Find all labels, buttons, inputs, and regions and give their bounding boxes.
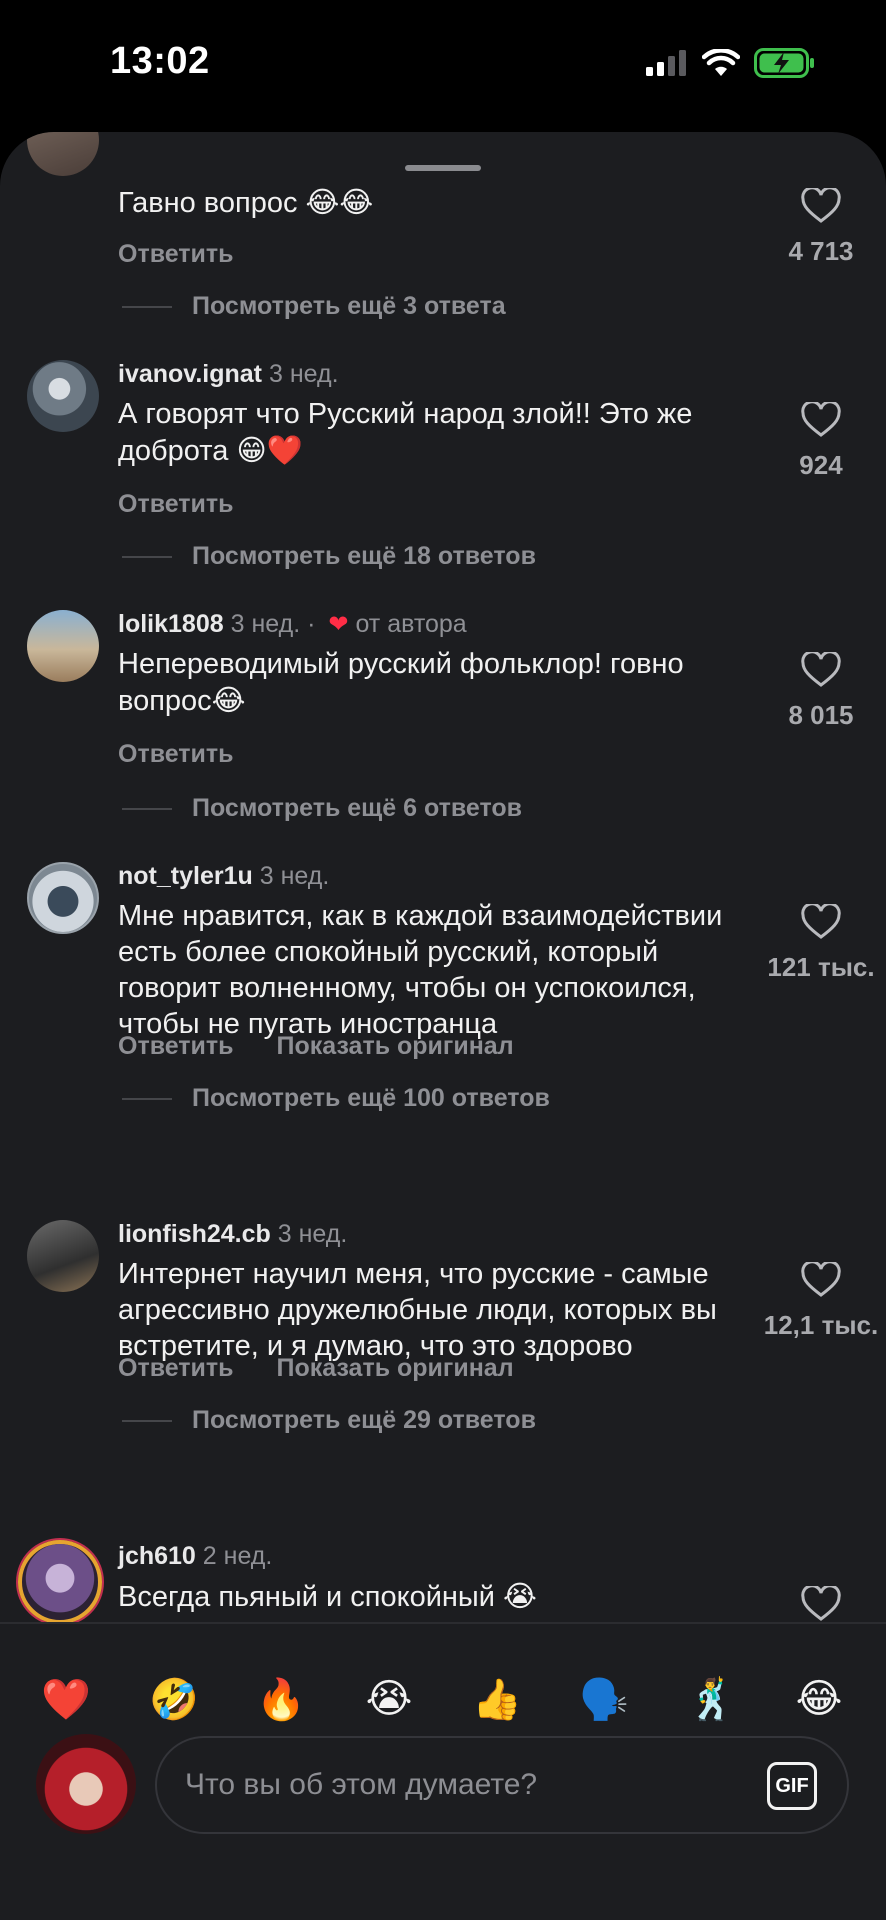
username[interactable]: lionfish24.cb <box>118 1220 271 1248</box>
comment-emoji: 😂😂 <box>305 185 374 219</box>
comment-actions: Ответить <box>118 740 270 769</box>
comment-emoji: 😂 <box>211 683 246 717</box>
emoji-speaking-head-button[interactable]: 🗣️ <box>571 1666 637 1732</box>
view-more-replies[interactable]: Посмотреть ещё 3 ответа <box>122 292 506 321</box>
like-count: 4 713 <box>788 236 854 266</box>
reply-thread-line <box>122 306 172 309</box>
author-liked-heart-icon: ❤ <box>328 611 349 638</box>
comment-age: 3 нед. · <box>230 610 316 638</box>
comment-text: А говорят что Русский народ злой!! Это ж… <box>118 398 693 467</box>
heart-outline-icon <box>801 402 841 437</box>
comment-actions: Ответить <box>118 490 270 519</box>
emoji-rofl-button[interactable]: 🤣 <box>141 1666 207 1732</box>
reply-button[interactable]: Ответить <box>118 1032 234 1060</box>
emoji-crying-button[interactable]: 😭 <box>356 1666 422 1732</box>
comment-emoji: 😁❤️ <box>236 433 303 467</box>
emoji-thumbs-up-button[interactable]: 👍 <box>464 1666 530 1732</box>
gif-button[interactable]: GIF <box>767 1762 817 1810</box>
comment-actions: Ответить Показать оригинал <box>118 1032 550 1061</box>
status-time: 13:02 <box>110 40 210 82</box>
comment-text: Гавно вопрос 😂😂 <box>118 185 374 219</box>
like-button[interactable]: 8 015 <box>756 652 886 731</box>
heart-outline-icon <box>801 188 841 223</box>
like-count: 924 <box>799 450 843 480</box>
reply-thread-line <box>122 808 172 811</box>
reply-thread-line <box>122 1098 172 1101</box>
quick-emoji-bar: ❤️ 🤣 🔥 😭 👍 🗣️ 🕺 😂 <box>0 1666 886 1746</box>
heart-outline-icon <box>801 1586 841 1621</box>
avatar[interactable] <box>27 360 99 432</box>
comment-header: jch610 2 нед. <box>118 1542 272 1571</box>
show-original-button[interactable]: Показать оригинал <box>276 1032 513 1060</box>
username[interactable]: ivanov.ignat <box>118 360 262 388</box>
comment-age: 2 нед. <box>202 1542 273 1570</box>
like-button[interactable]: 4 713 <box>756 188 886 267</box>
author-badge: от автора <box>355 610 467 638</box>
avatar[interactable] <box>27 1220 99 1292</box>
status-bar: 13:02 <box>0 0 886 130</box>
like-count: 12,1 тыс. <box>763 1310 879 1340</box>
show-original-button[interactable]: Показать оригинал <box>276 1354 513 1382</box>
like-button[interactable]: 12,1 тыс. <box>756 1262 886 1341</box>
username[interactable]: jch610 <box>118 1542 196 1570</box>
comment-input[interactable] <box>185 1738 725 1832</box>
username[interactable]: lolik1808 <box>118 610 224 638</box>
comment-header: lionfish24.cb 3 нед. <box>118 1220 347 1249</box>
battery-charging-icon <box>754 48 814 78</box>
view-more-replies[interactable]: Посмотреть ещё 29 ответов <box>122 1406 536 1435</box>
view-more-replies[interactable]: Посмотреть ещё 6 ответов <box>122 794 522 823</box>
emoji-fire-button[interactable]: 🔥 <box>248 1666 314 1732</box>
avatar[interactable] <box>27 132 99 176</box>
comment-age: 3 нед. <box>277 1220 348 1248</box>
comment-actions: Ответить <box>118 240 270 269</box>
comment-text: Всегда пьяный и спокойный 😭 <box>118 1579 537 1613</box>
avatar[interactable] <box>27 610 99 682</box>
comment-emoji: 😭 <box>503 1579 537 1613</box>
comment-text: Непереводимый русский фольклор! говно во… <box>118 648 684 717</box>
username[interactable]: not_tyler1u <box>118 862 253 890</box>
view-more-replies[interactable]: Посмотреть ещё 100 ответов <box>122 1084 550 1113</box>
like-button[interactable]: 121 тыс. <box>756 904 886 983</box>
reply-button[interactable]: Ответить <box>118 1354 234 1382</box>
wifi-icon <box>702 49 740 76</box>
cellular-signal-icon <box>646 50 686 76</box>
heart-outline-icon <box>801 904 841 939</box>
reply-button[interactable]: Ответить <box>118 490 234 518</box>
like-count: 8 015 <box>788 700 854 730</box>
comment-header: lolik1808 3 нед. · ❤ от автора <box>118 610 467 639</box>
comment-age: 3 нед. <box>268 360 339 388</box>
avatar[interactable] <box>18 1540 102 1622</box>
current-user-avatar <box>36 1734 136 1834</box>
status-icons <box>646 48 816 78</box>
reply-thread-line <box>122 1420 172 1423</box>
heart-outline-icon <box>801 1262 841 1297</box>
emoji-joy-button[interactable]: 😂 <box>786 1666 852 1732</box>
comment-actions: Ответить Показать оригинал <box>118 1354 550 1383</box>
comment-header: ivanov.ignat 3 нед. <box>118 360 339 389</box>
like-button[interactable]: 924 <box>756 402 886 481</box>
comment-age: 3 нед. <box>259 862 330 890</box>
avatar[interactable] <box>27 862 99 934</box>
emoji-heart-button[interactable]: ❤️ <box>33 1666 99 1732</box>
comment-composer: GIF <box>155 1736 849 1834</box>
reply-button[interactable]: Ответить <box>118 740 234 768</box>
comment-header: not_tyler1u 3 нед. <box>118 862 329 891</box>
comment-text: Мне нравится, как в каждой взаимодействи… <box>118 900 723 1040</box>
like-count: 121 тыс. <box>767 952 875 982</box>
heart-outline-icon <box>801 652 841 687</box>
comments-list[interactable]: Гавно вопрос 😂😂 Ответить 4 713 Посмотрет… <box>0 132 886 1622</box>
comment-text: Интернет научил меня, что русские - самы… <box>118 1258 717 1362</box>
reply-thread-line <box>122 556 172 559</box>
view-more-replies[interactable]: Посмотреть ещё 18 ответов <box>122 542 536 571</box>
emoji-dancer-button[interactable]: 🕺 <box>679 1666 745 1732</box>
reply-button[interactable]: Ответить <box>118 240 234 268</box>
comments-sheet: Гавно вопрос 😂😂 Ответить 4 713 Посмотрет… <box>0 132 886 1920</box>
like-button[interactable] <box>756 1586 886 1622</box>
composer-divider <box>0 1622 886 1624</box>
